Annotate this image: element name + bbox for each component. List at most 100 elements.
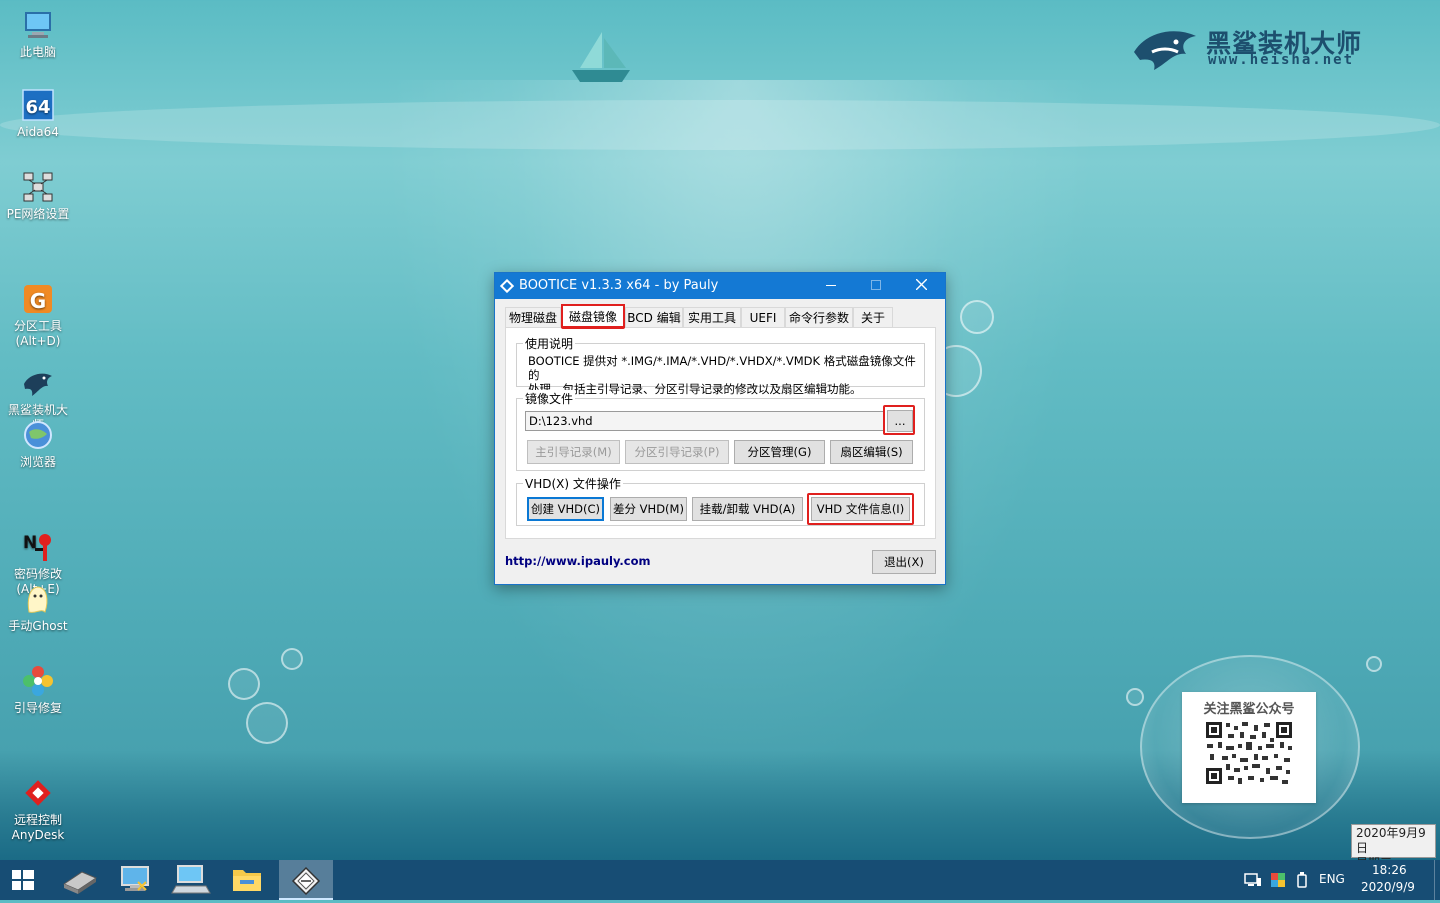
brand-url: www.heisha.net (1208, 52, 1355, 68)
diff-vhd-button[interactable]: 差分 VHD(M) (610, 497, 687, 521)
vhd-info-button[interactable]: VHD 文件信息(I) (811, 497, 910, 521)
folder-icon (233, 870, 261, 891)
bubble (246, 702, 288, 744)
window-titlebar[interactable]: BOOTICE v1.3.3 x64 - by Pauly (495, 273, 945, 299)
qr-title: 关注黑鲨公众号 (1203, 702, 1295, 717)
water-surface (0, 100, 1440, 150)
taskbar-network[interactable] (108, 860, 162, 900)
browser-icon (21, 418, 55, 452)
tab-physical-disk[interactable]: 物理磁盘 (505, 307, 561, 327)
tab-uefi[interactable]: UEFI (741, 307, 785, 327)
desktop-icon-aida64[interactable]: 64 Aida64 (2, 88, 74, 140)
pbr-button[interactable]: 分区引导记录(P) (625, 440, 729, 464)
boot-repair-icon (21, 664, 55, 698)
computer-keyboard-icon (171, 865, 211, 894)
taskbar-keyboard-pc[interactable] (164, 860, 218, 900)
desktop-icon-label: 引导修复 (13, 701, 62, 715)
bubble (1366, 656, 1382, 672)
usage-line-2: 处理，包括主引导记录、分区引导记录的修改以及扇区编辑功能。 (528, 382, 862, 396)
taskbar-file-explorer[interactable] (220, 860, 274, 900)
minimize-button[interactable] (808, 273, 853, 299)
image-path-input[interactable]: D:\123.vhd (525, 411, 885, 431)
date-tooltip: 2020年9月9日 星期三 (1351, 824, 1436, 870)
mount-vhd-button[interactable]: 挂载/卸载 VHD(A) (692, 497, 803, 521)
sailboat-icon (572, 32, 630, 82)
desktop-icon-label: 远程控制 AnyDesk (11, 813, 65, 842)
svg-text:G: G (30, 289, 46, 313)
desktop-icon-browser[interactable]: 浏览器 (2, 418, 74, 470)
windows-logo-icon (12, 870, 34, 890)
network-monitor-icon (121, 866, 149, 891)
mbr-button[interactable]: 主引导记录(M) (527, 440, 620, 464)
vhd-ops-group-label: VHD(X) 文件操作 (523, 475, 623, 492)
network-icon (21, 170, 55, 204)
maximize-button[interactable] (853, 273, 898, 299)
desktop-icon-boot-repair[interactable]: 引导修复 (2, 664, 74, 716)
vhd-ops-group: VHD(X) 文件操作 创建 VHD(C) 差分 VHD(M) 挂载/卸载 VH… (516, 475, 925, 526)
desktop-icon-this-pc[interactable]: 此电脑 (2, 8, 74, 60)
brand-logo: 黑鲨装机大师 www.heisha.net (1130, 22, 1400, 78)
image-file-group-label: 镜像文件 (523, 390, 576, 407)
desktop-icon-label: 此电脑 (19, 45, 56, 59)
close-icon (915, 278, 928, 291)
partition-tool-icon: G (21, 267, 55, 313)
desktop-icon-label: 手动Ghost (8, 619, 68, 633)
anydesk-icon (21, 761, 55, 806)
bubble (281, 648, 303, 670)
desktop-icon-label: 浏览器 (19, 455, 56, 469)
disk-image-panel: 使用说明 BOOTICE 提供对 *.IMG/*.IMA/*.VHD/*.VHD… (505, 327, 936, 539)
bootice-window: BOOTICE v1.3.3 x64 - by Pauly 物理磁盘 磁盘镜像 … (494, 272, 946, 585)
create-vhd-button[interactable]: 创建 VHD(C) (527, 497, 604, 521)
taskbar-bootice[interactable] (279, 860, 333, 900)
usage-description: BOOTICE 提供对 *.IMG/*.IMA/*.VHD/*.VHDX/*.V… (528, 354, 916, 396)
bootice-taskbar-icon (291, 866, 321, 896)
exit-button[interactable]: 退出(X) (872, 550, 936, 574)
bubble (228, 668, 260, 700)
start-button[interactable] (0, 860, 46, 900)
color-settings-icon[interactable] (1270, 872, 1286, 888)
bubble (1126, 688, 1144, 706)
svg-text:64: 64 (25, 97, 50, 118)
aida64-icon: 64 (21, 88, 55, 122)
sector-edit-button[interactable]: 扇区编辑(S) (830, 440, 913, 464)
tab-command-line[interactable]: 命令行参数 (785, 307, 853, 327)
bootice-app-icon (500, 279, 514, 293)
password-icon: N (21, 515, 55, 561)
image-file-group: 镜像文件 D:\123.vhd ... 主引导记录(M) 分区引导记录(P) 分… (516, 390, 925, 471)
bubble (960, 300, 994, 334)
desktop-icon-anydesk[interactable]: 远程控制 AnyDesk (2, 746, 74, 843)
usage-line-1: BOOTICE 提供对 *.IMG/*.IMA/*.VHD/*.VHDX/*.V… (528, 354, 916, 382)
taskbar-disk-tool[interactable] (52, 860, 106, 900)
desktop-icon-partition-tool[interactable]: G 分区工具 (Alt+D) (2, 252, 74, 349)
partition-manage-button[interactable]: 分区管理(G) (734, 440, 825, 464)
computer-icon (21, 8, 55, 42)
language-indicator[interactable]: ENG (1319, 872, 1345, 886)
taskbar-clock-time[interactable]: 18:26 (1372, 863, 1407, 877)
ipauly-link[interactable]: http://www.ipauly.com (505, 554, 651, 568)
shark-icon (21, 351, 55, 396)
show-desktop-button[interactable] (1434, 860, 1440, 900)
tab-bcd-edit[interactable]: BCD 编辑 (625, 307, 683, 327)
maximize-icon (870, 280, 881, 290)
taskbar-clock-date[interactable]: 2020/9/9 (1361, 880, 1415, 894)
usb-device-icon[interactable] (1296, 871, 1308, 889)
shark-logo-icon (1134, 31, 1196, 71)
window-title: BOOTICE v1.3.3 x64 - by Pauly (519, 278, 719, 293)
desktop-icon-label: Aida64 (17, 125, 59, 139)
tab-utilities[interactable]: 实用工具 (683, 307, 741, 327)
tab-disk-image[interactable]: 磁盘镜像 (561, 304, 625, 328)
tab-about[interactable]: 关于 (853, 307, 893, 327)
browse-button[interactable]: ... (887, 410, 913, 432)
desktop-icon-manual-ghost[interactable]: 手动Ghost (2, 582, 74, 634)
usage-group: 使用说明 BOOTICE 提供对 *.IMG/*.IMA/*.VHD/*.VHD… (516, 335, 925, 396)
date-tooltip-date: 2020年9月9日 (1356, 826, 1426, 855)
desktop-icon-pe-network[interactable]: PE网络设置 (2, 170, 74, 222)
qr-card: 关注黑鲨公众号 (1182, 692, 1316, 803)
network-status-icon[interactable] (1244, 872, 1262, 888)
desktop-icon-label: PE网络设置 (6, 207, 70, 221)
close-button[interactable] (899, 273, 944, 299)
qr-code-icon (1204, 720, 1294, 786)
usage-group-label: 使用说明 (523, 335, 576, 352)
minimize-icon (825, 285, 836, 286)
ghost-icon (21, 582, 55, 616)
